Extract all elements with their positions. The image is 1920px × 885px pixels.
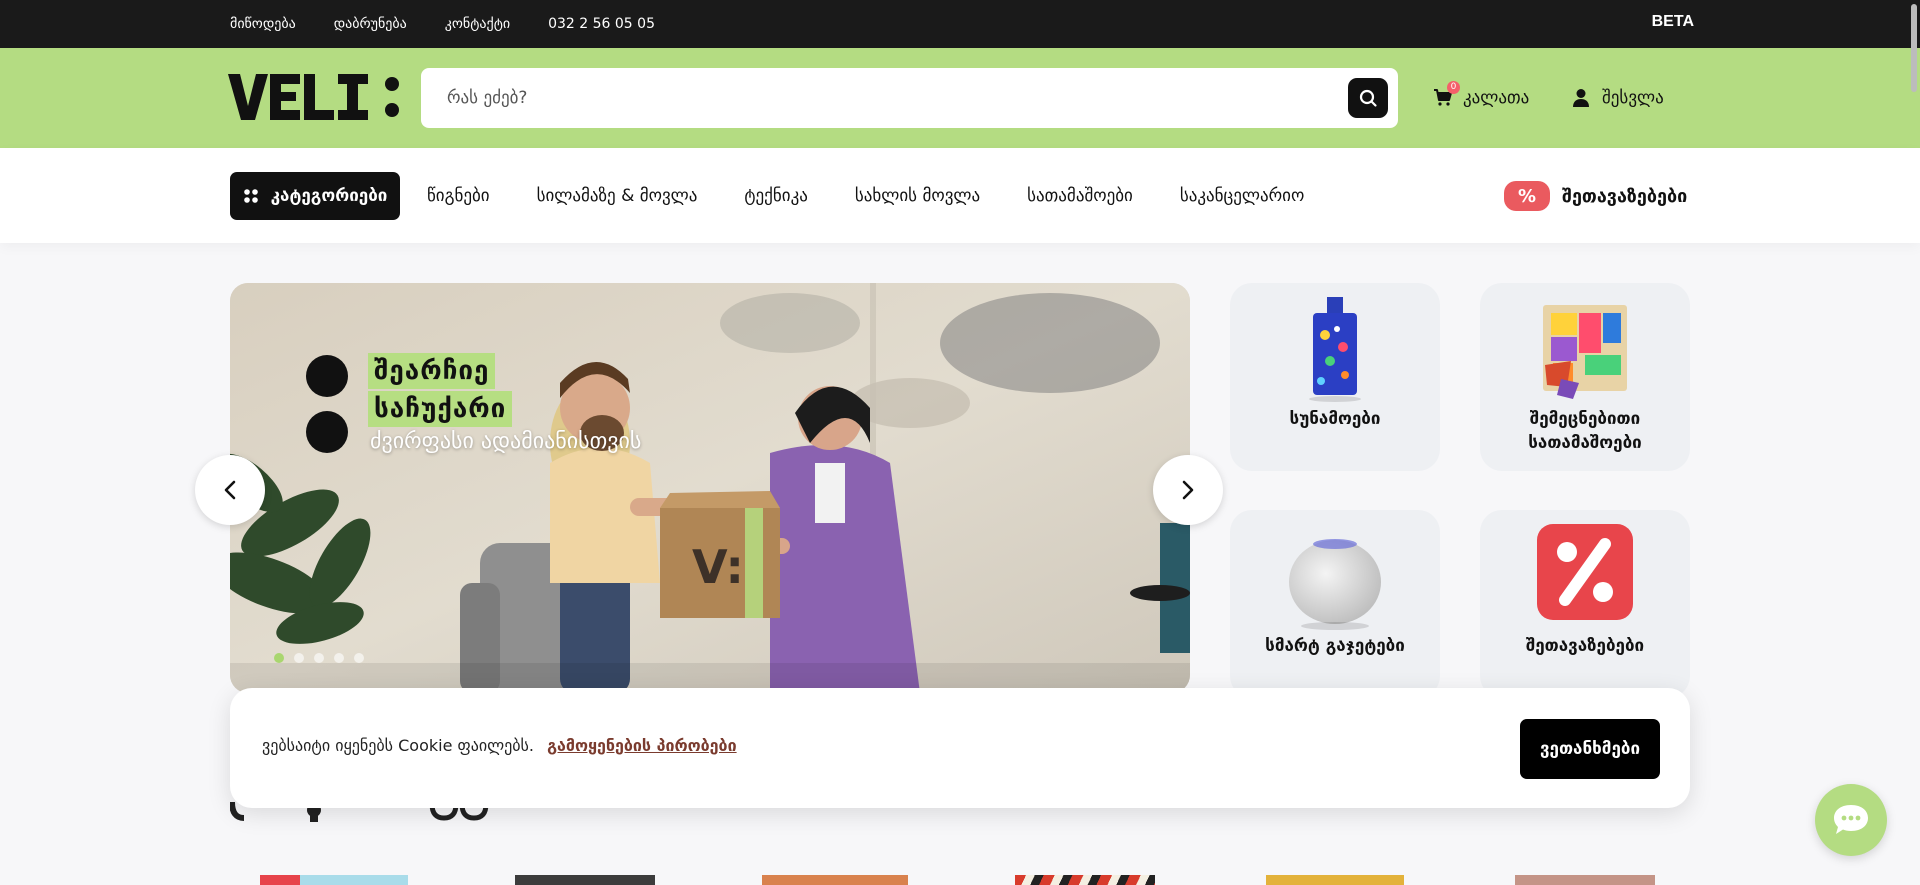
discount-percent-icon xyxy=(1537,524,1633,620)
tile-label: სუნამოები xyxy=(1289,409,1381,429)
top-bar: მიწოდება დაბრუნება კონტაქტი 032 2 56 05 … xyxy=(0,0,1920,48)
product-card-peek[interactable] xyxy=(762,875,908,885)
search-bar xyxy=(421,68,1398,128)
top-links: მიწოდება დაბრუნება კონტაქტი 032 2 56 05 … xyxy=(230,0,655,48)
categories-button[interactable]: კატეგორიები xyxy=(230,172,400,220)
slider-dot[interactable] xyxy=(274,653,284,663)
header: 0 კალათა შესვლა xyxy=(0,48,1920,148)
top-link-delivery[interactable]: მიწოდება xyxy=(230,16,296,32)
nav-item-books[interactable]: წიგნები xyxy=(427,186,490,206)
cart-button[interactable]: 0 კალათა xyxy=(1433,81,1530,112)
chevron-right-icon xyxy=(1182,480,1194,500)
scrollbar-thumb[interactable] xyxy=(1911,4,1917,92)
product-card-peek[interactable] xyxy=(1015,875,1155,885)
categories-label: კატეგორიები xyxy=(270,186,388,206)
cart-label: კალათა xyxy=(1463,88,1530,108)
svg-text:V:: V: xyxy=(692,540,744,594)
offers-label: შეთავაზებები xyxy=(1562,185,1688,207)
product-card-peek[interactable] xyxy=(515,875,655,885)
hero-bullet-dot xyxy=(306,355,348,397)
search-input[interactable] xyxy=(447,68,1327,128)
top-link-phone[interactable]: 032 2 56 05 05 xyxy=(548,16,655,32)
nav-item-stationery[interactable]: საკანცელარიო xyxy=(1180,186,1304,206)
nav-item-tech[interactable]: ტექნიკა xyxy=(744,186,807,206)
product-card-peek xyxy=(260,875,300,885)
tile-label: შეთავაზებები xyxy=(1525,636,1645,656)
tile-smart-gadgets[interactable]: სმარტ გაჯეტები xyxy=(1230,510,1440,698)
slider-dot[interactable] xyxy=(314,653,324,663)
category-nav: კატეგორიები წიგნები სილამაზე & მოვლა ტექ… xyxy=(0,148,1920,243)
smart-speaker-icon xyxy=(1289,539,1381,630)
perfume-bottle-icon xyxy=(1309,297,1361,402)
slider-prev-button[interactable] xyxy=(195,455,265,525)
percent-icon: % xyxy=(1504,181,1550,211)
puzzle-toy-icon xyxy=(1543,305,1627,399)
hero-title-line-1: შეარჩიე xyxy=(368,353,496,389)
nav-item-toys[interactable]: სათამაშოები xyxy=(1027,186,1133,206)
top-link-returns[interactable]: დაბრუნება xyxy=(334,16,407,32)
hero-subtitle: ძვირფასი ადამიანისთვის xyxy=(370,429,642,454)
tile-offers[interactable]: შეთავაზებები xyxy=(1480,510,1690,698)
slider-dot[interactable] xyxy=(334,653,344,663)
slider-dots xyxy=(274,653,364,663)
hero-title: შეარჩიე საჩუქარი xyxy=(368,353,513,429)
tile-label: შემეცნებითი სათამაშოები xyxy=(1528,409,1642,453)
product-card-peek[interactable] xyxy=(1515,875,1655,885)
page-scrollbar[interactable] xyxy=(1908,0,1920,885)
search-button[interactable] xyxy=(1348,78,1388,118)
nav-links: წიგნები სილამაზე & მოვლა ტექნიკა სახლის … xyxy=(427,172,1304,220)
offers-link[interactable]: % შეთავაზებები xyxy=(1504,178,1687,214)
cookie-banner: ვებსაიტი იყენებს Cookie ფაილებს. გამოყენ… xyxy=(230,688,1690,808)
chevron-left-icon xyxy=(224,480,236,500)
cart-icon: 0 xyxy=(1433,81,1460,109)
login-button[interactable]: შესვლა xyxy=(1572,84,1664,112)
chat-button[interactable] xyxy=(1815,784,1887,856)
cart-count-badge: 0 xyxy=(1447,81,1460,94)
cookie-message: ვებსაიტი იყენებს Cookie ფაილებს. გამოყენ… xyxy=(262,736,737,755)
tile-perfumes[interactable]: სუნამოები xyxy=(1230,283,1440,471)
slider-next-button[interactable] xyxy=(1153,455,1223,525)
chat-bubble-icon xyxy=(1834,805,1868,834)
tile-educational-toys[interactable]: შემეცნებითი სათამაშოები xyxy=(1480,283,1690,471)
hero-title-line-2: საჩუქარი xyxy=(368,391,513,427)
hero-bullet-dot xyxy=(306,411,348,453)
nav-item-home-care[interactable]: სახლის მოვლა xyxy=(855,186,980,206)
slider-dot[interactable] xyxy=(294,653,304,663)
nav-item-beauty[interactable]: სილამაზე & მოვლა xyxy=(537,186,698,206)
top-link-contact[interactable]: კონტაქტი xyxy=(445,16,510,32)
cookie-agree-button[interactable]: ვეთანხმები xyxy=(1520,719,1660,779)
login-label: შესვლა xyxy=(1602,88,1664,108)
user-icon xyxy=(1573,89,1589,107)
cookie-text: ვებსაიტი იყენებს Cookie ფაილებს. xyxy=(262,736,534,755)
grid-icon xyxy=(243,189,258,203)
terms-link[interactable]: გამოყენების პირობები xyxy=(547,736,737,755)
veli-logo[interactable] xyxy=(228,70,408,126)
hero-banner[interactable]: V: შეარჩიე საჩუქარი ძვირფასი ადამიანისთვ… xyxy=(230,283,1190,693)
search-icon xyxy=(1359,89,1377,107)
tile-label: სმარტ გაჯეტები xyxy=(1265,636,1405,656)
slider-dot[interactable] xyxy=(354,653,364,663)
product-card-peek[interactable] xyxy=(1266,875,1404,885)
beta-label: BETA xyxy=(1651,13,1694,30)
hero-image: V: xyxy=(230,283,1190,693)
